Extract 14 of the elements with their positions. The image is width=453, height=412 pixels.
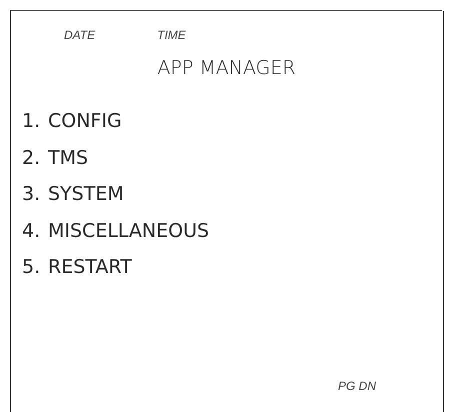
menu-number: 5. — [22, 256, 42, 278]
screen-title: APP MANAGER — [156, 56, 297, 81]
menu-item[interactable]: RESTART — [48, 256, 132, 278]
date-label: DATE — [64, 27, 96, 44]
menu-item[interactable]: MISCELLANEOUS — [48, 220, 210, 242]
menu-item[interactable]: SYSTEM — [48, 183, 124, 206]
menu-item[interactable]: CONFIG — [48, 110, 122, 132]
menu-number: 1. — [22, 110, 42, 132]
menu-number: 4. — [22, 220, 42, 242]
menu-number: 3. — [22, 183, 42, 206]
menu-item[interactable]: TMS — [48, 146, 88, 169]
time-label: TIME — [157, 27, 186, 44]
menu-number: 2. — [22, 146, 42, 169]
page-down-label[interactable]: PG DN — [338, 379, 376, 393]
